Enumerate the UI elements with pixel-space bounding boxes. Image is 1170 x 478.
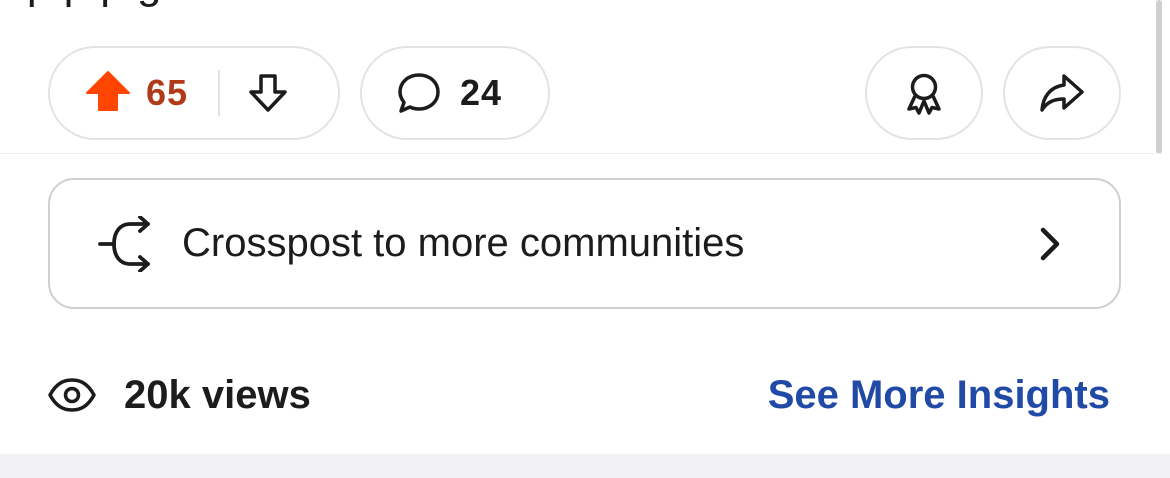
scrollbar[interactable]	[1156, 0, 1162, 154]
chevron-right-icon	[1037, 224, 1063, 264]
upvote-arrow-icon[interactable]	[84, 69, 132, 117]
comment-bubble-icon	[396, 70, 442, 116]
crosspost-icon	[98, 215, 156, 272]
vote-score: 65	[146, 72, 189, 113]
crosspost-label: Crosspost to more communities	[182, 221, 745, 265]
vote-bar: 65	[48, 46, 340, 140]
post-body-text: r p p p g	[0, 0, 1150, 14]
eye-icon	[48, 377, 96, 413]
crosspost-button[interactable]: Crosspost to more communities	[48, 178, 1121, 309]
award-button[interactable]	[865, 46, 983, 140]
comment-count: 24	[460, 72, 503, 113]
insights-row: 20k views See More Insights	[48, 362, 1110, 428]
award-icon	[901, 70, 947, 116]
see-more-insights-link[interactable]: See More Insights	[768, 373, 1110, 418]
comments-button[interactable]: 24	[360, 46, 550, 140]
share-arrow-icon	[1037, 70, 1087, 116]
post-body-text-line: r p p p g	[0, 0, 1150, 14]
section-divider	[0, 454, 1170, 478]
view-count: 20k views	[124, 372, 311, 417]
share-button[interactable]	[1003, 46, 1121, 140]
downvote-arrow-icon[interactable]	[244, 69, 292, 117]
row-divider	[0, 153, 1160, 154]
vote-divider	[218, 70, 221, 116]
